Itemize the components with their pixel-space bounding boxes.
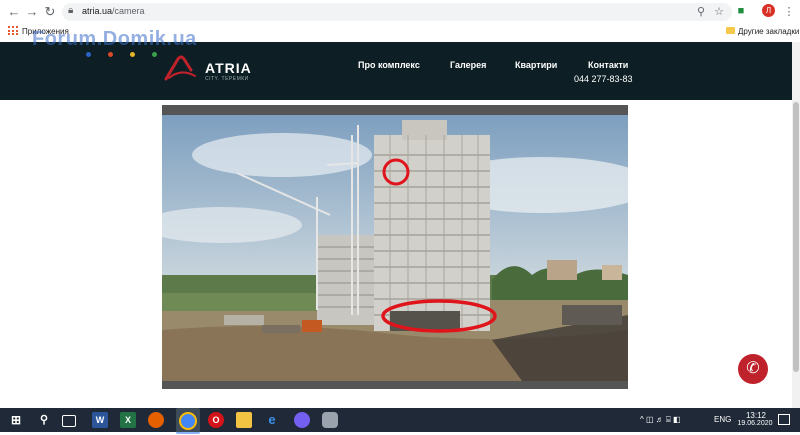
phone-number[interactable]: 044 277-83-83 [574,74,633,84]
tray-icons[interactable]: ^ ◫ ♬ ⌸ ◧ [640,415,681,425]
word-icon[interactable]: W [92,412,108,428]
scrollbar[interactable] [792,42,800,408]
nav-contacts[interactable]: Контакти [588,60,628,70]
bookmark-other[interactable]: Другие закладки [738,27,799,36]
lock-icon: 🔒︎ [68,5,74,16]
camera-frame [162,105,628,389]
star-icon[interactable]: ☆ [712,5,726,18]
task-view-icon[interactable] [62,415,76,427]
nav-apartments[interactable]: Квартири [515,60,557,70]
call-button[interactable]: ✆ [738,354,768,384]
url-text: atria.ua/camera [82,6,145,16]
edge-icon[interactable]: e [264,412,280,428]
menu-icon[interactable]: ⋮ [782,5,796,18]
watermark-text: Forum.Domik.ua [32,28,197,50]
windows-start-icon[interactable]: ⊞ [8,412,24,428]
viber-icon[interactable] [294,412,310,428]
clock-time[interactable]: 13:12 [736,411,776,420]
nav-about[interactable]: Про комплекс [358,60,420,70]
watermark-dot [108,52,113,57]
atria-logo-icon[interactable] [163,54,199,82]
zoom-icon[interactable]: ⚲ [694,5,708,18]
watermark-dot [86,52,91,57]
scrollbar-thumb[interactable] [793,102,799,372]
watermark-dot [152,52,157,57]
firefox-icon[interactable] [148,412,164,428]
file-explorer-icon[interactable] [236,412,252,428]
back-icon[interactable]: ← [6,4,22,20]
clock-date[interactable]: 19.06.2020 [730,420,780,427]
nav-gallery[interactable]: Галерея [450,60,486,70]
profile-avatar[interactable]: Л [762,4,775,17]
chrome-icon[interactable] [176,408,200,434]
phone-icon: ✆ [746,360,760,377]
extension-icon[interactable]: ■ [734,5,748,17]
reload-icon[interactable]: ↻ [42,4,58,20]
search-icon[interactable]: ⚲ [36,412,52,428]
folder-icon [726,27,735,34]
notification-icon[interactable] [778,414,790,425]
opera-icon[interactable]: O [208,412,224,428]
excel-icon[interactable]: X [120,412,136,428]
watermark-dot [130,52,135,57]
windows-taskbar: ⊞ ⚲ W X O e ^ ◫ ♬ ⌸ ◧ ENG 13:12 19.06.20… [0,408,800,434]
brand-subtitle: CITY. ТЕРЕМКИ [205,76,249,82]
address-bar[interactable]: 🔒︎ atria.ua/camera [62,3,732,21]
language-indicator[interactable]: ENG [714,415,731,424]
construction-camera-view[interactable] [162,115,628,381]
shield-icon[interactable] [322,412,338,428]
brand-name[interactable]: ATRIA [205,60,252,76]
forward-icon[interactable]: → [24,4,40,20]
apps-grid-icon[interactable] [8,26,18,36]
camera-image [162,115,628,381]
